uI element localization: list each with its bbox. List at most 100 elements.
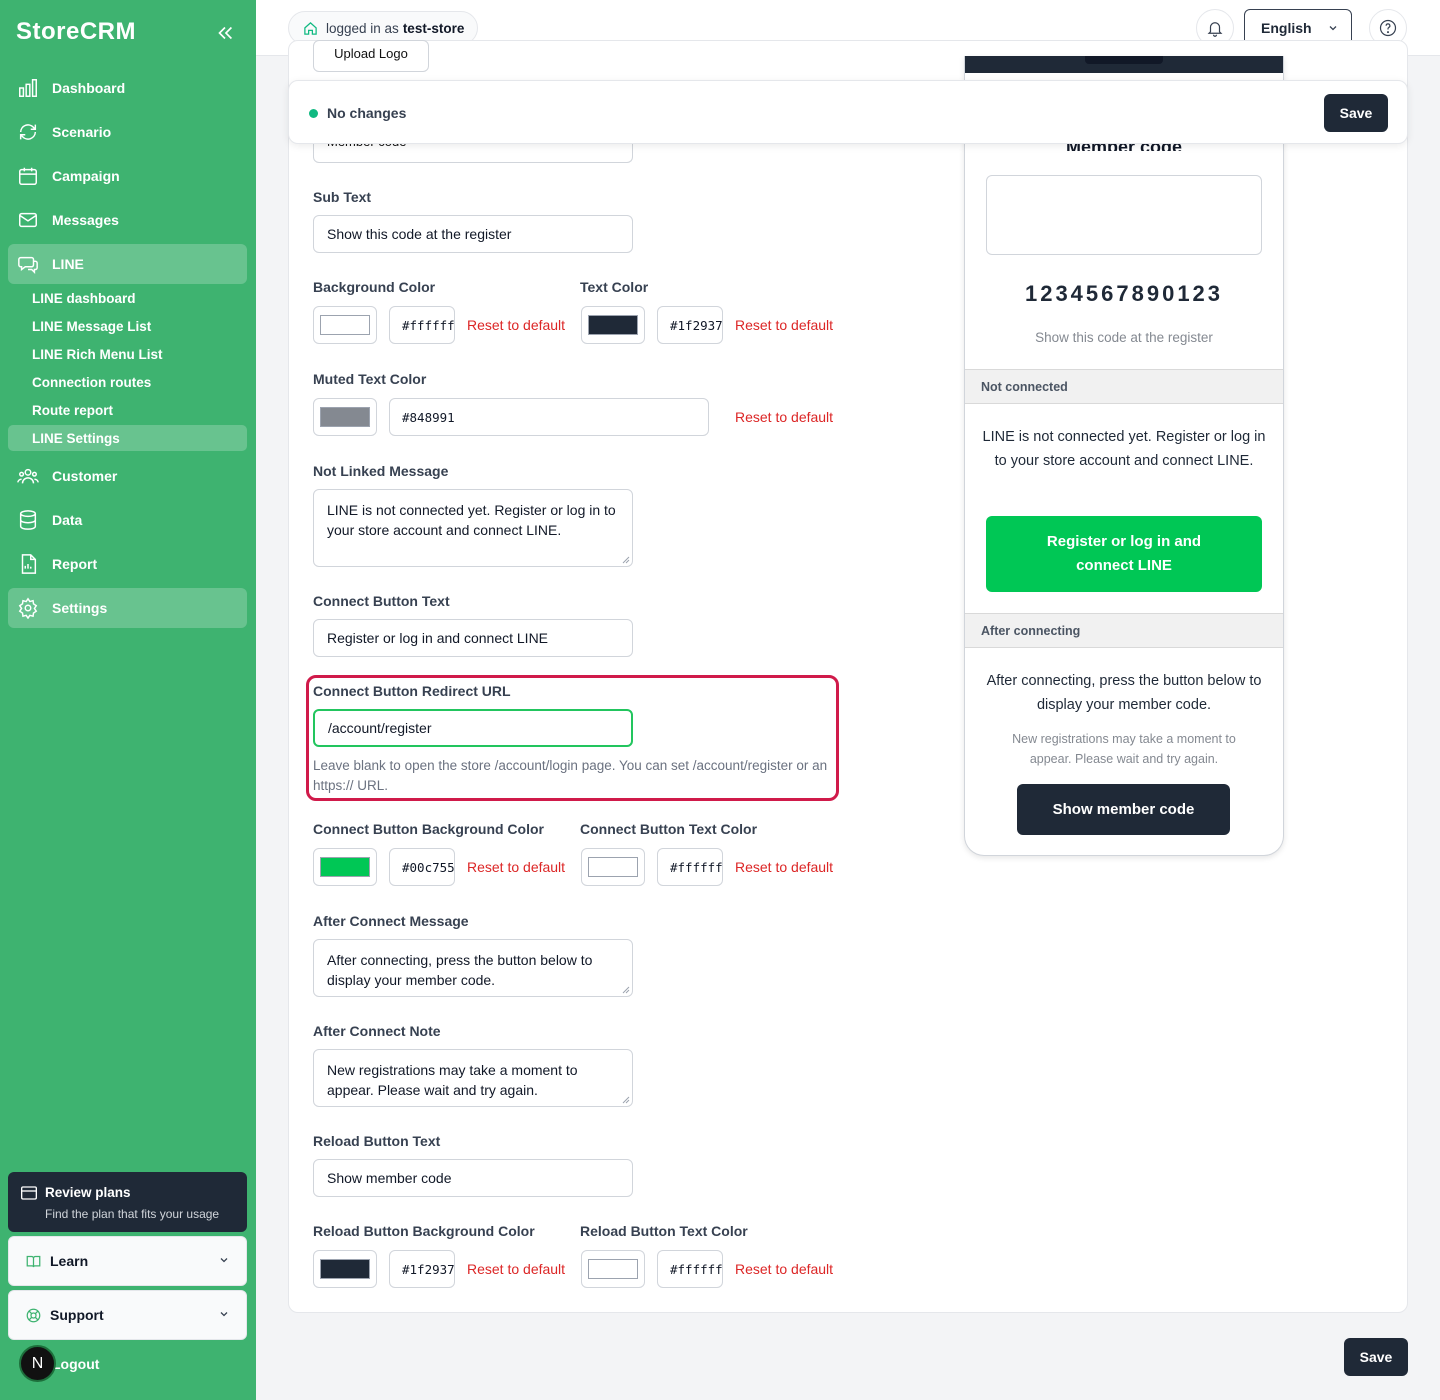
nav-scenario[interactable]: Scenario: [8, 112, 247, 152]
connect-bg-picker[interactable]: [313, 848, 377, 886]
muted-color-hex-input[interactable]: #848991: [389, 398, 709, 436]
bell-icon: [1207, 22, 1223, 37]
reset-muted-color[interactable]: Reset to default: [735, 409, 833, 425]
redirect-url-input[interactable]: /account/register: [313, 709, 633, 747]
nav-label: Settings: [52, 600, 108, 616]
sub-text-label: Sub Text: [313, 189, 372, 205]
lifebuoy-icon: [26, 1308, 41, 1323]
connect-fg-hex-input[interactable]: #ffffff: [657, 848, 723, 886]
text-color-picker[interactable]: [581, 306, 645, 344]
preview-code-subtext: Show this code at the register: [1035, 330, 1213, 345]
reset-background-color[interactable]: Reset to default: [467, 317, 565, 333]
muted-color-label: Muted Text Color: [313, 371, 427, 387]
calendar-icon: [17, 165, 39, 187]
nav-messages[interactable]: Messages: [8, 200, 247, 240]
sidebar: StoreCRM Dashboard Scenario Campaign Mes…: [0, 0, 256, 1400]
sidebar-item-route-report[interactable]: Route report: [8, 397, 247, 423]
background-color-hex-input[interactable]: #ffffff: [389, 306, 455, 344]
connect-text-input[interactable]: Register or log in and connect LINE: [313, 619, 633, 657]
muted-color-picker[interactable]: [313, 398, 377, 436]
preview-after-connecting-note: New registrations may take a moment to a…: [1012, 732, 1236, 766]
reset-connect-bg[interactable]: Reset to default: [467, 859, 565, 875]
not-linked-label: Not Linked Message: [313, 463, 449, 479]
preview-not-connected-message: LINE is not connected yet. Register or l…: [982, 429, 1266, 469]
reload-fg-picker[interactable]: [581, 1250, 645, 1288]
chevron-down-icon: [1329, 26, 1337, 31]
collapse-sidebar-icon[interactable]: [214, 22, 236, 44]
sidebar-item-line-dashboard[interactable]: LINE dashboard: [8, 285, 247, 311]
reload-fg-label: Reload Button Text Color: [580, 1223, 748, 1239]
support-accordion[interactable]: Support: [8, 1290, 247, 1340]
text-color-hex-input[interactable]: #1f2937: [657, 306, 723, 344]
text-color-label: Text Color: [580, 279, 649, 295]
nav-line[interactable]: LINE: [8, 244, 247, 284]
preview-member-code-title: Member code: [965, 143, 1283, 151]
report-icon: [17, 553, 39, 575]
language-value: English: [1261, 20, 1312, 36]
save-button[interactable]: Save: [1324, 94, 1388, 132]
after-note-label: After Connect Note: [313, 1023, 441, 1039]
credit-card-icon: [21, 1186, 37, 1200]
background-color-label: Background Color: [313, 279, 436, 295]
preview-connect-button[interactable]: Register or log in and connect LINE: [986, 516, 1262, 592]
home-icon: [304, 21, 317, 35]
reload-bg-hex-input[interactable]: #1f2937: [389, 1250, 455, 1288]
resize-handle-icon[interactable]: [622, 556, 630, 564]
upload-logo-button[interactable]: Upload Logo: [313, 40, 429, 72]
connect-text-label: Connect Button Text: [313, 593, 450, 609]
sidebar-item-line-settings[interactable]: LINE Settings: [8, 425, 247, 451]
nav-label: Dashboard: [52, 80, 126, 96]
save-bar: No changes Save: [288, 80, 1408, 144]
support-label: Support: [50, 1307, 104, 1323]
learn-label: Learn: [50, 1253, 89, 1269]
connect-bg-hex-input[interactable]: #00c755: [389, 848, 455, 886]
nav-dashboard[interactable]: Dashboard: [8, 68, 247, 108]
book-icon: [26, 1254, 41, 1269]
reload-text-label: Reload Button Text: [313, 1133, 441, 1149]
reset-connect-fg[interactable]: Reset to default: [735, 859, 833, 875]
preview-after-connecting-message: After connecting, press the button below…: [986, 673, 1262, 713]
preview-not-connected-header: Not connected: [965, 369, 1283, 404]
sidebar-item-line-rich-menu-list[interactable]: LINE Rich Menu List: [8, 341, 247, 367]
connect-fg-picker[interactable]: [581, 848, 645, 886]
resize-handle-icon[interactable]: [622, 986, 630, 994]
reset-text-color[interactable]: Reset to default: [735, 317, 833, 333]
preview-code-number: 1234567890123: [1024, 281, 1224, 306]
not-linked-value: LINE is not connected yet. Register or l…: [327, 502, 616, 538]
reload-text-input[interactable]: Show member code: [313, 1159, 633, 1197]
redirect-url-hint: Leave blank to open the store /account/l…: [313, 758, 828, 793]
learn-accordion[interactable]: Learn: [8, 1236, 247, 1286]
preview-phone-notch: [1085, 56, 1163, 64]
chevron-down-icon: [220, 1312, 228, 1317]
nav-campaign[interactable]: Campaign: [8, 156, 247, 196]
avatar[interactable]: N: [19, 1345, 56, 1382]
preview-barcode: [986, 175, 1262, 255]
chat-icon: [17, 253, 39, 275]
preview-show-member-code-button[interactable]: Show member code: [1017, 784, 1230, 835]
bottom-save-button[interactable]: Save: [1344, 1338, 1408, 1376]
not-linked-textarea[interactable]: LINE is not connected yet. Register or l…: [313, 489, 633, 567]
logout-link[interactable]: Logout: [52, 1356, 99, 1372]
reload-bg-picker[interactable]: [313, 1250, 377, 1288]
sidebar-item-connection-routes[interactable]: Connection routes: [8, 369, 247, 395]
reset-reload-bg[interactable]: Reset to default: [467, 1261, 565, 1277]
connect-bg-label: Connect Button Background Color: [313, 821, 544, 837]
reset-reload-fg[interactable]: Reset to default: [735, 1261, 833, 1277]
color-swatch: [320, 857, 370, 877]
nav-report[interactable]: Report: [8, 544, 247, 584]
review-plans-card[interactable]: Review plans Find the plan that fits you…: [8, 1172, 247, 1232]
background-color-picker[interactable]: [313, 306, 377, 344]
color-swatch: [588, 1259, 638, 1279]
after-msg-textarea[interactable]: After connecting, press the button below…: [313, 939, 633, 997]
reload-fg-hex-input[interactable]: #ffffff: [657, 1250, 723, 1288]
resize-handle-icon[interactable]: [622, 1096, 630, 1104]
sub-text-input[interactable]: Show this code at the register: [313, 215, 633, 253]
status-dot: [309, 109, 318, 118]
mail-icon: [17, 209, 39, 231]
nav-settings[interactable]: Settings: [8, 588, 247, 628]
nav-data[interactable]: Data: [8, 500, 247, 540]
nav-customer[interactable]: Customer: [8, 456, 247, 496]
sidebar-item-line-message-list[interactable]: LINE Message List: [8, 313, 247, 339]
after-note-textarea[interactable]: New registrations may take a moment to a…: [313, 1049, 633, 1107]
store-name: test-store: [402, 20, 465, 36]
